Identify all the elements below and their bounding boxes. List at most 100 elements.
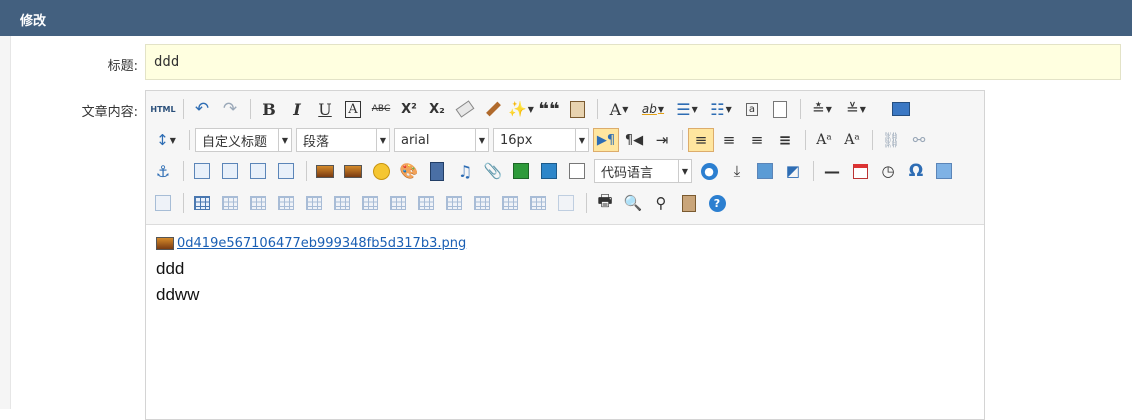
auto-typeset-icon[interactable]: ✨ ▼	[508, 97, 534, 121]
title-input[interactable]: ddd	[145, 44, 1121, 80]
insert-paragraph-before-table-icon[interactable]	[245, 191, 271, 215]
drafts-icon[interactable]	[676, 191, 702, 215]
page-break-icon[interactable]: ⤓	[724, 159, 750, 183]
emotion-icon[interactable]	[368, 159, 394, 183]
background-icon[interactable]: ◩	[780, 159, 806, 183]
rich-text-editor[interactable]: HTML ↶ ↷ B I U A ABC X² X₂ ✨ ▼ ❝❝ A ▼ ab ▼ …	[145, 90, 985, 420]
italic-button[interactable]: I	[284, 97, 310, 121]
preview-search-icon[interactable]: 🔍	[620, 191, 646, 215]
attachment-icon[interactable]: 📎	[480, 159, 506, 183]
content-label: 文章内容:	[81, 105, 138, 120]
gmap-icon[interactable]	[536, 159, 562, 183]
date-icon[interactable]	[847, 159, 873, 183]
web-app-icon[interactable]: ●	[696, 159, 722, 183]
blockquote-button[interactable]: ❝❝	[536, 97, 562, 121]
justify-right-icon[interactable]: ≡	[744, 128, 770, 152]
word-image-icon[interactable]	[150, 191, 176, 215]
split-to-cells-icon[interactable]	[469, 191, 495, 215]
paragraph-select[interactable]: 段落 ▼	[296, 128, 390, 152]
underline-button[interactable]: U	[312, 97, 338, 121]
font-size-select[interactable]: 16px ▼	[493, 128, 589, 152]
snapscreen-icon[interactable]	[931, 159, 957, 183]
simple-upload-icon[interactable]	[312, 159, 338, 183]
ordered-list-icon[interactable]: ☰ ▼	[671, 97, 703, 121]
time-icon[interactable]: ◷	[875, 159, 901, 183]
toolbar-separator	[183, 99, 184, 119]
scrawl-icon[interactable]: 🎨	[396, 159, 422, 183]
code-language-select[interactable]: 代码语言 ▼	[594, 159, 692, 183]
source-html-button[interactable]: HTML	[150, 97, 176, 121]
justify-full-icon[interactable]: ≡	[772, 128, 798, 152]
delete-row-icon[interactable]	[301, 191, 327, 215]
special-chars-button[interactable]: Ω	[903, 159, 929, 183]
direction-ltr-icon[interactable]: ▶¶	[593, 128, 619, 152]
help-icon[interactable]: ?	[704, 191, 730, 215]
indent-icon[interactable]: ⇥	[649, 128, 675, 152]
template-icon[interactable]	[752, 159, 778, 183]
toolbar-separator	[183, 193, 184, 213]
title-label: 标题:	[107, 59, 138, 74]
font-color-button[interactable]: A ▼	[603, 97, 635, 121]
line-height-icon[interactable]: ↕ ▼	[150, 128, 182, 152]
format-brush-icon[interactable]	[480, 97, 506, 121]
clear-document-icon[interactable]	[767, 97, 793, 121]
print-icon[interactable]: 🖶	[592, 191, 618, 215]
image-left-icon[interactable]	[217, 159, 243, 183]
merge-right-icon[interactable]	[413, 191, 439, 215]
attachment-link[interactable]: 0d419e567106477eb999348fb5d317b3.png	[156, 236, 976, 251]
insert-video-icon[interactable]	[424, 159, 450, 183]
merge-cells-icon[interactable]	[385, 191, 411, 215]
horizontal-rule-button[interactable]: —	[819, 159, 845, 183]
bold-button[interactable]: B	[256, 97, 282, 121]
music-icon[interactable]: ♫	[452, 159, 478, 183]
chevron-down-icon: ▼	[575, 129, 588, 151]
row-spacing-bottom-icon[interactable]: ≚ ▼	[840, 97, 872, 121]
preview-icon[interactable]	[888, 97, 914, 121]
search-replace-icon[interactable]: ⚲	[648, 191, 674, 215]
redo-icon[interactable]: ↷	[217, 97, 243, 121]
case-upper-icon[interactable]: Aᵃ	[811, 128, 837, 152]
link-icon[interactable]: ⛓	[878, 128, 904, 152]
toolbar-separator	[813, 161, 814, 181]
insert-frame-icon[interactable]	[564, 159, 590, 183]
row-spacing-top-icon[interactable]: ≛ ▼	[806, 97, 838, 121]
font-family-select[interactable]: arial ▼	[394, 128, 489, 152]
background-page-edge	[0, 36, 11, 409]
attachment-filename-link[interactable]: 0d419e567106477eb999348fb5d317b3.png	[177, 236, 466, 251]
insert-table-icon[interactable]	[189, 191, 215, 215]
map-icon[interactable]	[508, 159, 534, 183]
superscript-button[interactable]: X²	[396, 97, 422, 121]
delete-col-icon[interactable]	[357, 191, 383, 215]
toolbar-separator	[597, 99, 598, 119]
direction-rtl-icon[interactable]: ¶◀	[621, 128, 647, 152]
anchor-icon[interactable]: ⚓	[150, 159, 176, 183]
insert-image-icon[interactable]	[340, 159, 366, 183]
chevron-down-icon: ▼	[278, 129, 291, 151]
insert-col-icon[interactable]	[329, 191, 355, 215]
image-none-icon[interactable]	[189, 159, 215, 183]
case-lower-icon[interactable]: Aᵃ	[839, 128, 865, 152]
paste-plain-icon[interactable]	[564, 97, 590, 121]
justify-left-icon[interactable]: ≡	[688, 128, 714, 152]
unlink-icon[interactable]: ⚯	[906, 128, 932, 152]
editor-content[interactable]: 0d419e567106477eb999348fb5d317b3.png ddd…	[156, 236, 976, 305]
select-all-icon[interactable]: a	[739, 97, 765, 121]
split-to-cols-icon[interactable]	[525, 191, 551, 215]
insert-row-icon[interactable]	[273, 191, 299, 215]
font-border-button[interactable]: A	[340, 97, 366, 121]
strikethrough-button[interactable]: ABC	[368, 97, 394, 121]
image-right-icon[interactable]	[245, 159, 271, 183]
image-center-icon[interactable]	[273, 159, 299, 183]
unordered-list-icon[interactable]: ☷ ▼	[705, 97, 737, 121]
merge-down-icon[interactable]	[441, 191, 467, 215]
toolbar-row-3: ⚓ 🎨 ♫ 📎 代码语言 ▼ ● ⤓ ◩ — ◷ Ω	[150, 158, 959, 184]
eraser-icon[interactable]	[452, 97, 478, 121]
split-to-rows-icon[interactable]	[497, 191, 523, 215]
background-color-button[interactable]: ab ▼	[637, 97, 669, 121]
chart-icon[interactable]	[553, 191, 579, 215]
custom-title-select[interactable]: 自定义标题 ▼	[195, 128, 292, 152]
justify-center-icon[interactable]: ≡	[716, 128, 742, 152]
undo-icon[interactable]: ↶	[189, 97, 215, 121]
subscript-button[interactable]: X₂	[424, 97, 450, 121]
delete-table-icon[interactable]	[217, 191, 243, 215]
